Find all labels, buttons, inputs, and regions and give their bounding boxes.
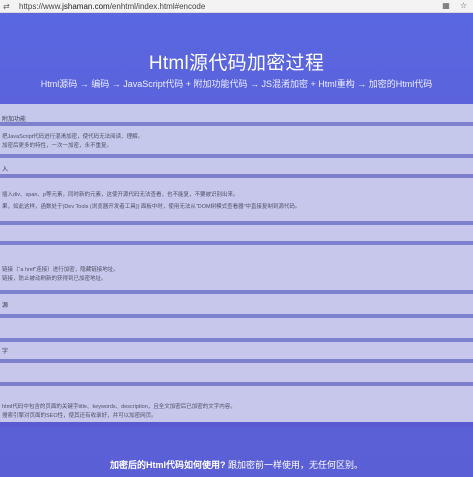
faq-question-bold: 加密后的Html代码如何使用? [109,460,226,470]
swap-icon[interactable]: ⇄ [3,2,13,11]
process-steps: Html源码 → 编码 → JavaScript代码 + 附加功能代码 → JS… [40,79,433,89]
section-text: 果，如此这样，函数处于(Dev Tools (浏览器开发者工具)) 面板中时，使… [2,204,301,210]
section-text: 链接（“a href”连接）进行加密，隐藏链接地址。 [2,267,119,273]
section-text: 搜索引擎对页面的SEO性，使其还有收录好，并可以加密网页。 [2,413,157,419]
faq-question: 加密后的Html代码如何使用? 跟加密前一样使用，无任何区别。 [0,458,473,471]
url-domain: jshaman.com [62,1,110,11]
section-label: 字 [2,349,9,355]
section-text: 插入div、span、p等元素，同时新的元素，这使开源代码无法查看，也不能复，不… [2,192,239,198]
browser-address-bar: ⇄ https://www.jshaman.com/enhtml/index.h… [0,0,473,13]
section-text: html代码中包含的页面的关键字title、keywords、descripti… [2,404,236,410]
page-title: Html源代码加密过程 [148,53,325,74]
feature-panel: 附加功能 把JavaScript代码进行混淆加密，使代码无法阅读、理解。 加密后… [0,104,473,422]
faq-answer: 跟加密前一样使用，无任何区别。 [228,460,364,470]
section-text: 把JavaScript代码进行混淆加密，使代码无法阅读、理解。 [2,134,144,140]
section-text: 加密后更多的特性，一次一加密，永不重复。 [2,143,113,149]
bookmark-star-icon[interactable]: ☆ [460,1,467,10]
browser-toolbar-icons: ▦ ☆ [442,1,467,10]
url-field[interactable]: https://www.jshaman.com/enhtml/index.htm… [19,2,205,11]
section-label: 入 [2,167,9,173]
url-path: /enhtml/index.html#encode [109,1,206,11]
qr-code-icon[interactable]: ▦ [442,1,450,10]
section-text: 链接，防止被动刷新的获得到已加密地址。 [2,276,107,282]
url-prefix: https://www. [19,1,63,11]
section-label: 源 [2,303,9,309]
faq-footer: 加密后的Html代码如何使用? 跟加密前一样使用，无任何区别。 [0,427,473,477]
